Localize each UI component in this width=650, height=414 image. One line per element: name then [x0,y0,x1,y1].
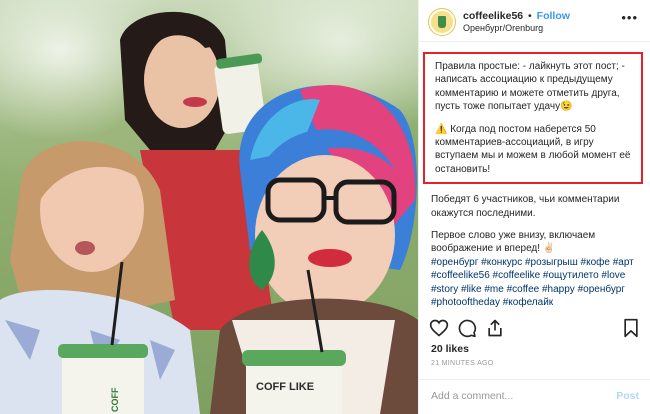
right-cup-text: COFF LIKE [256,381,314,393]
heart-icon[interactable] [429,318,449,338]
post-comment-button[interactable]: Post [616,390,639,402]
highlighted-rules-box: Правила простые: - лайкнуть этот пост; -… [423,52,643,185]
username-row: coffeelike56 • Follow [463,10,570,22]
bookmark-icon[interactable] [621,318,641,338]
comment-icon[interactable] [457,318,477,338]
winners-text: Победят 6 участников, чьи комментарии ок… [431,194,620,219]
comment-bar: Post [419,379,650,414]
post-header: coffeelike56 • Follow Оренбург/Orenburg … [419,0,650,42]
location-link[interactable]: Оренбург/Orenburg [463,23,543,33]
rules-text: Правила простые: - лайкнуть этот пост; -… [435,61,625,113]
post-sidebar: coffeelike56 • Follow Оренбург/Orenburg … [418,0,650,414]
follow-button[interactable]: Follow [537,10,570,22]
likes-count[interactable]: 20 likes [431,343,469,355]
left-cup-text: COFF [110,387,120,412]
action-bar [419,312,650,344]
warning-text: ⚠️ Когда под постом наберется 50 коммент… [435,123,631,175]
username-link[interactable]: coffeelike56 [463,10,523,22]
avatar-cup-icon [438,16,446,28]
comment-input[interactable] [431,390,601,402]
timestamp: 21 MINUTES AGO [431,360,494,367]
caption: Правила простые: - лайкнуть этот пост; -… [419,42,650,308]
photo-illustration: COFF COFF LIKE [0,11,418,414]
avatar[interactable] [429,9,455,35]
first-word-text: Первое слово уже внизу, включаем воображ… [431,230,596,255]
hashtags[interactable]: #оренбург #конкурс #розыгрыш #кофе #арт … [431,256,641,308]
post-photo[interactable]: COFF COFF LIKE [0,0,418,414]
share-icon[interactable] [485,318,505,338]
more-icon[interactable]: ••• [621,11,638,24]
separator-dot: • [528,10,532,22]
